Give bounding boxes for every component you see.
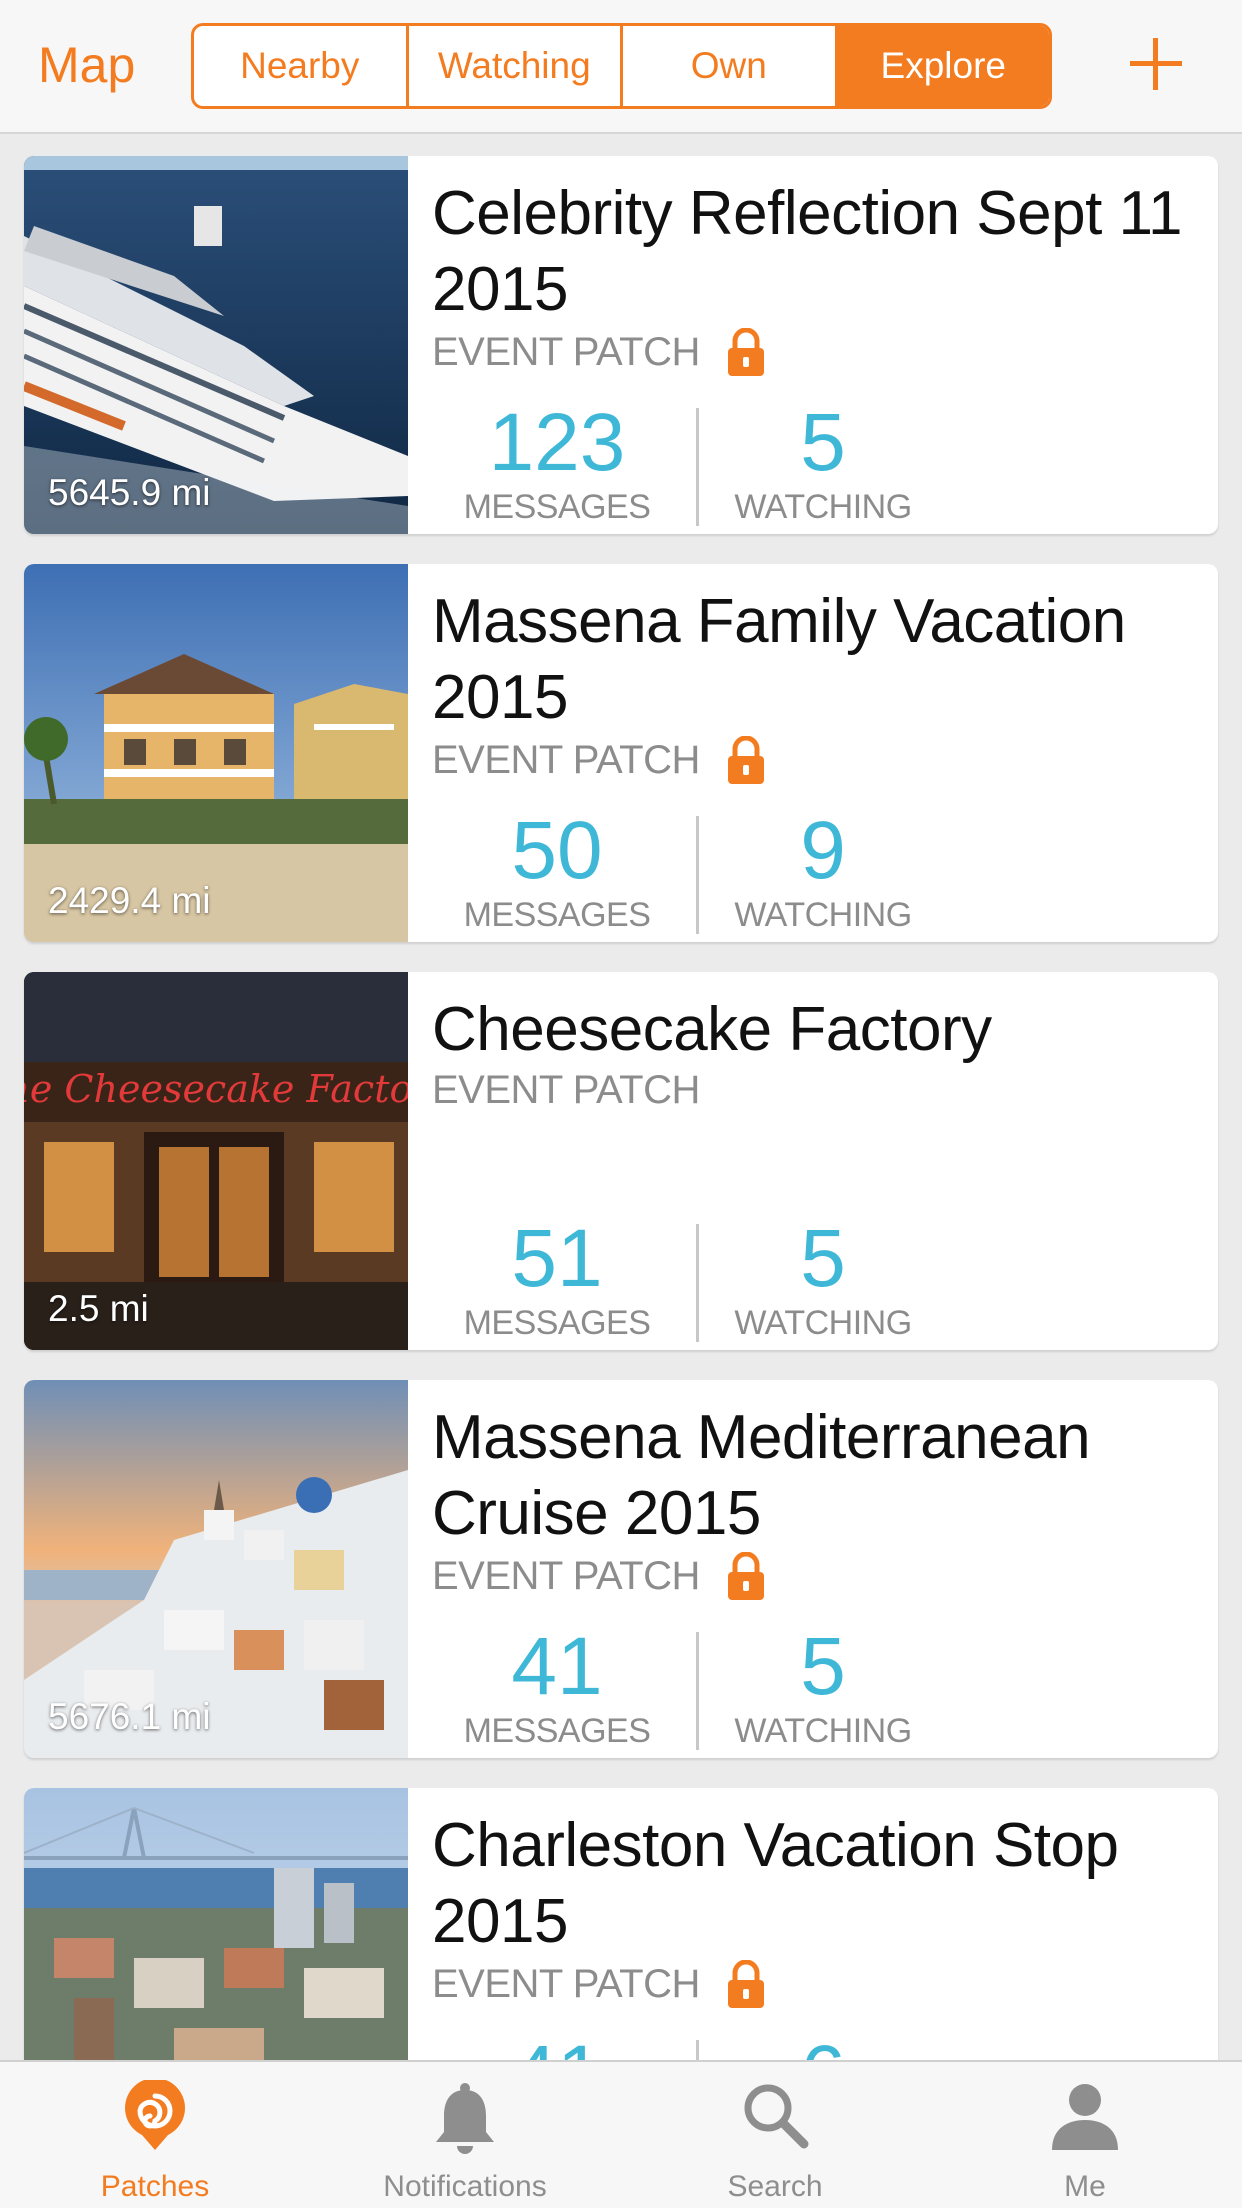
lock-icon (727, 328, 764, 376)
patch-stats: 51 MESSAGES 5 WATCHING (432, 1216, 932, 1342)
bell-icon (436, 2083, 494, 2154)
patch-title: Cheesecake Factory (432, 995, 992, 1064)
segment-own[interactable]: Own (623, 26, 838, 106)
messages-label: MESSAGES (463, 1712, 651, 1750)
patch-filter-segmented-control: Nearby Watching Own Explore (191, 23, 1052, 109)
lock-icon (727, 736, 764, 784)
patch-card[interactable]: 5676.1 mi Massena Mediterranean Cruise 2… (24, 1380, 1218, 1758)
tab-label: Me (1064, 2170, 1106, 2203)
messages-stat: 51 MESSAGES (452, 1216, 662, 1343)
patch-type: EVENT PATCH (432, 1552, 766, 1600)
patch-type: EVENT PATCH (432, 1960, 766, 2008)
add-patch-button[interactable] (1126, 34, 1186, 94)
patch-stats: 41 MESSAGES 6 WATCHING (432, 2032, 932, 2060)
messages-stat: 41 MESSAGES (452, 1624, 662, 1751)
lock-icon (727, 1960, 764, 2008)
patch-stats: 123 MESSAGES 5 WATCHING (432, 400, 932, 526)
tab-label: Patches (100, 2170, 210, 2203)
messages-label: MESSAGES (463, 896, 651, 934)
patch-type-label: EVENT PATCH (432, 737, 700, 782)
messages-stat: 123 MESSAGES (452, 400, 662, 527)
tab-patches[interactable]: Patches (0, 2062, 310, 2208)
distance-label: 2429.4 mi (48, 880, 211, 921)
watching-count: 5 (800, 1621, 846, 1712)
patch-thumbnail: 5676.1 mi (24, 1380, 408, 1758)
watching-stat: 5 WATCHING (718, 1624, 928, 1751)
patch-type: EVENT PATCH (432, 1068, 700, 1113)
tab-label: Notifications (383, 2170, 547, 2203)
patch-card[interactable]: 5645.9 mi Celebrity Reflection Sept 11 2… (24, 156, 1218, 534)
patch-title: Celebrity Reflection Sept 11 2015 (432, 179, 1182, 324)
map-button[interactable]: Map (38, 34, 135, 96)
patch-title: Massena Family Vacation 2015 (432, 587, 1126, 732)
segment-nearby[interactable]: Nearby (194, 26, 409, 106)
stat-divider (696, 2040, 699, 2060)
watching-count: 5 (800, 397, 846, 488)
spiral-icon (125, 2080, 185, 2150)
patch-type-label: EVENT PATCH (432, 1553, 700, 1598)
patch-type-label: EVENT PATCH (432, 329, 700, 374)
patch-card[interactable]: The Cheesecake Factory 2.5 mi Cheesecake… (24, 972, 1218, 1350)
patch-type-label: EVENT PATCH (432, 1961, 700, 2006)
patch-title: Charleston Vacation Stop 2015 (432, 1811, 1119, 1956)
storefront-sign-text: The Cheesecake Factory (24, 1067, 408, 1111)
stat-divider (696, 1632, 699, 1750)
stat-divider (696, 816, 699, 934)
patch-card[interactable]: Charleston Vacation Stop 2015 EVENT PATC… (24, 1788, 1218, 2060)
messages-count: 41 (511, 1621, 603, 1712)
patch-list[interactable]: 5645.9 mi Celebrity Reflection Sept 11 2… (0, 136, 1242, 2060)
watching-stat: 9 WATCHING (718, 808, 928, 935)
watching-label: WATCHING (734, 896, 912, 934)
watching-stat: 6 WATCHING (718, 2032, 928, 2061)
patch-thumbnail: The Cheesecake Factory 2.5 mi (24, 972, 408, 1350)
patch-type: EVENT PATCH (432, 328, 766, 376)
watching-stat: 5 WATCHING (718, 1216, 928, 1343)
stat-divider (696, 1224, 699, 1342)
patch-type: EVENT PATCH (432, 736, 766, 784)
watching-label: WATCHING (734, 1712, 912, 1750)
messages-stat: 50 MESSAGES (452, 808, 662, 935)
distance-label: 5676.1 mi (48, 1696, 211, 1737)
messages-count: 50 (511, 805, 603, 896)
patch-thumbnail (24, 1788, 408, 2060)
segment-watching[interactable]: Watching (409, 26, 623, 106)
stat-divider (696, 408, 699, 526)
messages-count: 51 (511, 1213, 603, 1304)
patch-title: Massena Mediterranean Cruise 2015 (432, 1403, 1091, 1548)
distance-label: 5645.9 mi (48, 472, 211, 513)
patch-thumbnail: 2429.4 mi (24, 564, 408, 942)
patch-card[interactable]: 2429.4 mi Massena Family Vacation 2015 E… (24, 564, 1218, 942)
watching-label: WATCHING (734, 1304, 912, 1342)
messages-label: MESSAGES (463, 488, 651, 526)
search-icon (744, 2084, 809, 2149)
messages-count: 41 (452, 2032, 662, 2061)
distance-label: 2.5 mi (48, 1288, 149, 1329)
lock-icon (727, 1552, 764, 1600)
segment-explore[interactable]: Explore (837, 26, 1049, 106)
watching-count: 5 (800, 1213, 846, 1304)
messages-count: 123 (488, 397, 626, 488)
bottom-tab-bar: Patches Notifications Search Me (0, 2060, 1242, 2208)
watching-stat: 5 WATCHING (718, 400, 928, 527)
patch-type-label: EVENT PATCH (432, 1068, 700, 1112)
patch-stats: 50 MESSAGES 9 WATCHING (432, 808, 932, 934)
tab-me[interactable]: Me (930, 2062, 1240, 2208)
watching-label: WATCHING (734, 488, 912, 526)
patch-thumbnail: 5645.9 mi (24, 156, 408, 534)
watching-count: 6 (718, 2032, 928, 2061)
tab-notifications[interactable]: Notifications (310, 2062, 620, 2208)
tab-label: Search (727, 2170, 823, 2203)
messages-stat: 41 MESSAGES (452, 2032, 662, 2061)
patch-stats: 41 MESSAGES 5 WATCHING (432, 1624, 932, 1750)
city-bridge-image (24, 1788, 408, 2060)
watching-count: 9 (800, 805, 846, 896)
messages-label: MESSAGES (463, 1304, 651, 1342)
top-navigation-bar: Map Nearby Watching Own Explore (0, 0, 1242, 134)
tab-search[interactable]: Search (620, 2062, 930, 2208)
person-icon (1052, 2084, 1118, 2150)
